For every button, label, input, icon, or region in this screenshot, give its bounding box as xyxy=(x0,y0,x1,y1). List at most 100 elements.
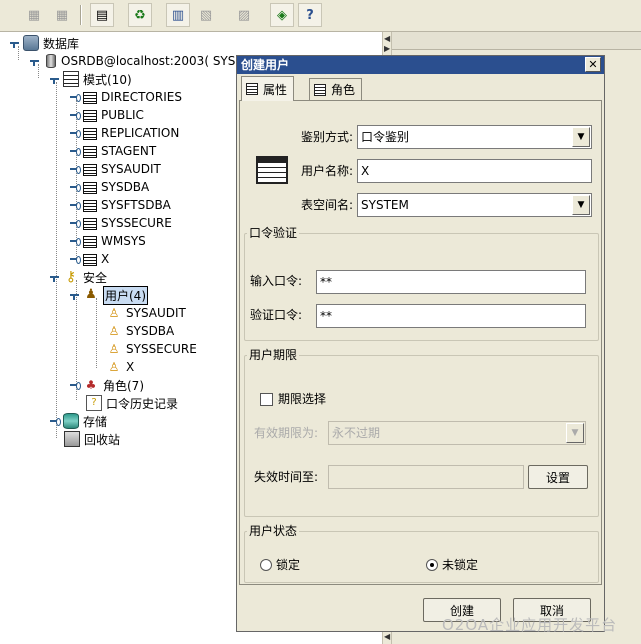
expiry-group-title: 用户期限 xyxy=(247,347,300,363)
tree-node-pwd-history[interactable]: ? 口令历史记录 xyxy=(86,394,178,412)
tree-node-user[interactable]: ♙ SYSSECURE xyxy=(106,340,197,358)
auth-method-value: 口令鉴别 xyxy=(361,130,410,144)
tree-label: 角色(7) xyxy=(103,378,144,393)
key-icon: ⚷ xyxy=(65,269,77,285)
tree-node-schema-item[interactable]: DIRECTORIES xyxy=(70,88,182,106)
tree-label: 安全 xyxy=(83,270,108,285)
schema-icon xyxy=(63,71,79,87)
unlocked-radio[interactable] xyxy=(426,559,438,571)
expand-toggle[interactable] xyxy=(70,201,81,210)
expand-toggle[interactable] xyxy=(70,129,81,138)
tree-label: SYSDBA xyxy=(101,180,150,194)
collapse-left-icon[interactable]: ◀ xyxy=(384,632,390,641)
dialog-title: 创建用户 xyxy=(237,56,604,74)
tree-node-user[interactable]: ♙ SYSDBA xyxy=(106,322,175,340)
tree-node-schema-item[interactable]: SYSAUDIT xyxy=(70,160,161,178)
expand-toggle[interactable] xyxy=(70,165,81,174)
tree-label: SYSDBA xyxy=(126,324,175,338)
recycle-bin-icon xyxy=(64,431,80,447)
expiry-checkbox[interactable] xyxy=(260,393,273,406)
tree-label: PUBLIC xyxy=(101,108,144,122)
collapse-left-icon[interactable]: ◀ xyxy=(384,34,390,43)
expand-toggle[interactable] xyxy=(70,219,81,228)
disconnect-icon[interactable]: ▦ xyxy=(50,3,74,27)
expand-toggle[interactable] xyxy=(70,237,81,246)
expand-toggle[interactable] xyxy=(50,417,61,426)
table-icon xyxy=(83,91,97,104)
connect-icon[interactable]: ▦ xyxy=(22,3,46,27)
valid-period-select[interactable]: 永不过期 ▼ xyxy=(328,421,586,445)
tree-node-schema-item[interactable]: PUBLIC xyxy=(70,106,144,124)
expire-time-label: 失效时间至: xyxy=(254,470,319,484)
collapse-right-icon[interactable]: ▶ xyxy=(384,44,390,53)
tree-node-user[interactable]: ♙ X xyxy=(106,358,135,376)
locked-radio[interactable] xyxy=(260,559,272,571)
chevron-down-icon[interactable]: ▼ xyxy=(566,423,584,443)
expand-toggle[interactable] xyxy=(10,39,19,48)
expand-toggle[interactable] xyxy=(50,273,59,282)
help-icon[interactable]: ? xyxy=(298,3,322,27)
open-icon[interactable]: ▥ xyxy=(166,3,190,27)
tree-node-users[interactable]: ♟ 用户(4) xyxy=(70,285,148,305)
tree-node-user[interactable]: ♙ SYSAUDIT xyxy=(106,304,186,322)
tree-node-security[interactable]: ⚷ 安全 xyxy=(50,268,107,286)
table-icon xyxy=(83,163,97,176)
chevron-down-icon[interactable]: ▼ xyxy=(572,195,590,215)
tab-label: 属性 xyxy=(263,82,288,97)
expand-toggle[interactable] xyxy=(70,291,79,300)
refresh-icon[interactable]: ♻ xyxy=(128,3,152,27)
tree-node-schema-item[interactable]: X xyxy=(70,250,109,268)
copy-icon[interactable]: ▨ xyxy=(232,3,256,27)
toolbar: ▦ ▦ ▤ ♻ ▥ ▧ ▨ ◈ ? xyxy=(0,0,641,32)
expand-toggle[interactable] xyxy=(30,57,39,66)
tab-roles[interactable]: 角色 xyxy=(309,78,363,100)
right-panel-header xyxy=(392,32,641,50)
expand-toggle[interactable] xyxy=(70,111,81,120)
tree-node-schema-item[interactable]: SYSSECURE xyxy=(70,214,172,232)
expiry-checkbox-label: 期限选择 xyxy=(278,392,327,406)
chevron-down-icon[interactable]: ▼ xyxy=(572,127,590,147)
database-icon xyxy=(23,35,39,51)
expand-toggle[interactable] xyxy=(70,183,81,192)
expand-toggle[interactable] xyxy=(70,381,81,390)
tree-node-schema-item[interactable]: WMSYS xyxy=(70,232,146,250)
tree-node-roles[interactable]: ♣ 角色(7) xyxy=(70,376,144,394)
confirm-password-field[interactable]: ** xyxy=(316,304,586,328)
create-user-dialog: 创建用户 ✕ 属性 角色 鉴别方式: 口令鉴别 ▼ 用户名称: X 表空间名: … xyxy=(236,55,605,632)
tablespace-select[interactable]: SYSTEM ▼ xyxy=(357,193,592,217)
properties-icon[interactable]: ▤ xyxy=(90,3,114,27)
user-icon: ♙ xyxy=(108,342,120,356)
set-button[interactable]: 设置 xyxy=(528,465,588,489)
tree-node-schema-item[interactable]: SYSFTSDBA xyxy=(70,196,171,214)
role-icon: ♣ xyxy=(85,378,97,392)
tree-label: X xyxy=(101,252,110,266)
expand-toggle[interactable] xyxy=(70,255,81,264)
password-field[interactable]: ** xyxy=(316,270,586,294)
valid-period-value: 永不过期 xyxy=(332,426,381,440)
delete-icon[interactable]: ▧ xyxy=(194,3,218,27)
tree-node-schema[interactable]: 模式(10) xyxy=(50,70,132,88)
tab-properties[interactable]: 属性 xyxy=(241,76,295,101)
tree-node-schema-item[interactable]: REPLICATION xyxy=(70,124,179,142)
auth-method-select[interactable]: 口令鉴别 ▼ xyxy=(357,125,592,149)
tree-label: DIRECTORIES xyxy=(101,90,182,104)
tree-node-storage[interactable]: 存储 xyxy=(50,412,107,430)
tablespace-label: 表空间名: xyxy=(300,198,353,212)
properties-tab-icon xyxy=(246,83,258,95)
expire-time-field[interactable] xyxy=(328,465,524,489)
table-icon xyxy=(83,253,97,266)
book-icon[interactable]: ◈ xyxy=(270,3,294,27)
expand-toggle[interactable] xyxy=(70,93,81,102)
confirm-password-label: 验证口令: xyxy=(250,308,303,322)
unlocked-label: 未锁定 xyxy=(442,558,479,572)
expand-toggle[interactable] xyxy=(70,147,81,156)
close-icon[interactable]: ✕ xyxy=(585,57,601,72)
tree-node-database[interactable]: 数据库 xyxy=(10,34,79,52)
expand-toggle[interactable] xyxy=(50,75,59,84)
tree-node-server[interactable]: OSRDB@localhost:2003( SYSI xyxy=(30,52,239,70)
tree-node-schema-item[interactable]: SYSDBA xyxy=(70,178,149,196)
username-field[interactable]: X xyxy=(357,159,592,183)
tree-node-schema-item[interactable]: STAGENT xyxy=(70,142,156,160)
server-icon xyxy=(46,54,56,68)
tree-node-recycle[interactable]: 回收站 xyxy=(64,430,120,448)
